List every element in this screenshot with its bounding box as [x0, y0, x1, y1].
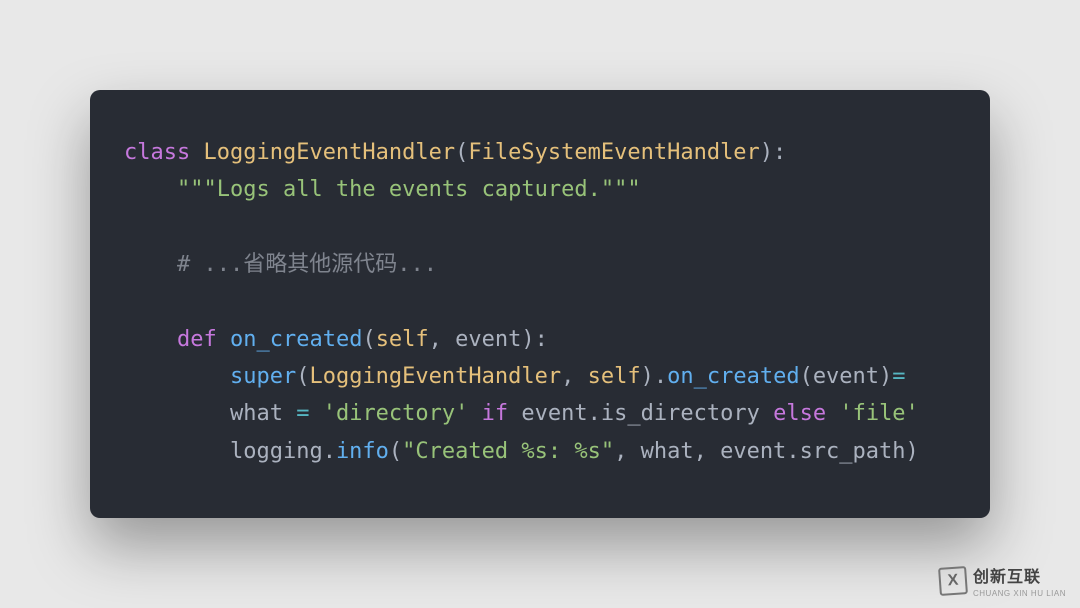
docstring: """Logs all the events captured."""	[177, 177, 641, 202]
keyword-else: else	[773, 401, 826, 426]
module-logging: logging	[230, 439, 323, 464]
comment: # ...省略其他源代码...	[177, 252, 437, 277]
class-name: LoggingEventHandler	[203, 140, 455, 165]
watermark-text: 创新互联 CHUANG XIN HU LIAN	[973, 563, 1066, 598]
watermark-sub: CHUANG XIN HU LIAN	[973, 589, 1066, 598]
watermark-logo-icon: X	[938, 566, 968, 596]
watermark-main: 创新互联	[973, 563, 1066, 587]
base-class: FileSystemEventHandler	[468, 140, 759, 165]
function-name: on_created	[230, 327, 362, 352]
super-call: super	[230, 364, 296, 389]
keyword-if: if	[482, 401, 509, 426]
param-event: event	[455, 327, 521, 352]
self-param: self	[376, 327, 429, 352]
fn-info: info	[336, 439, 389, 464]
var-what: what	[230, 401, 283, 426]
code-card: class LoggingEventHandler(FileSystemEven…	[90, 90, 990, 519]
watermark: X 创新互联 CHUANG XIN HU LIAN	[939, 563, 1066, 598]
keyword-def: def	[177, 327, 217, 352]
keyword-class: class	[124, 140, 190, 165]
code-block: class LoggingEventHandler(FileSystemEven…	[124, 134, 956, 471]
